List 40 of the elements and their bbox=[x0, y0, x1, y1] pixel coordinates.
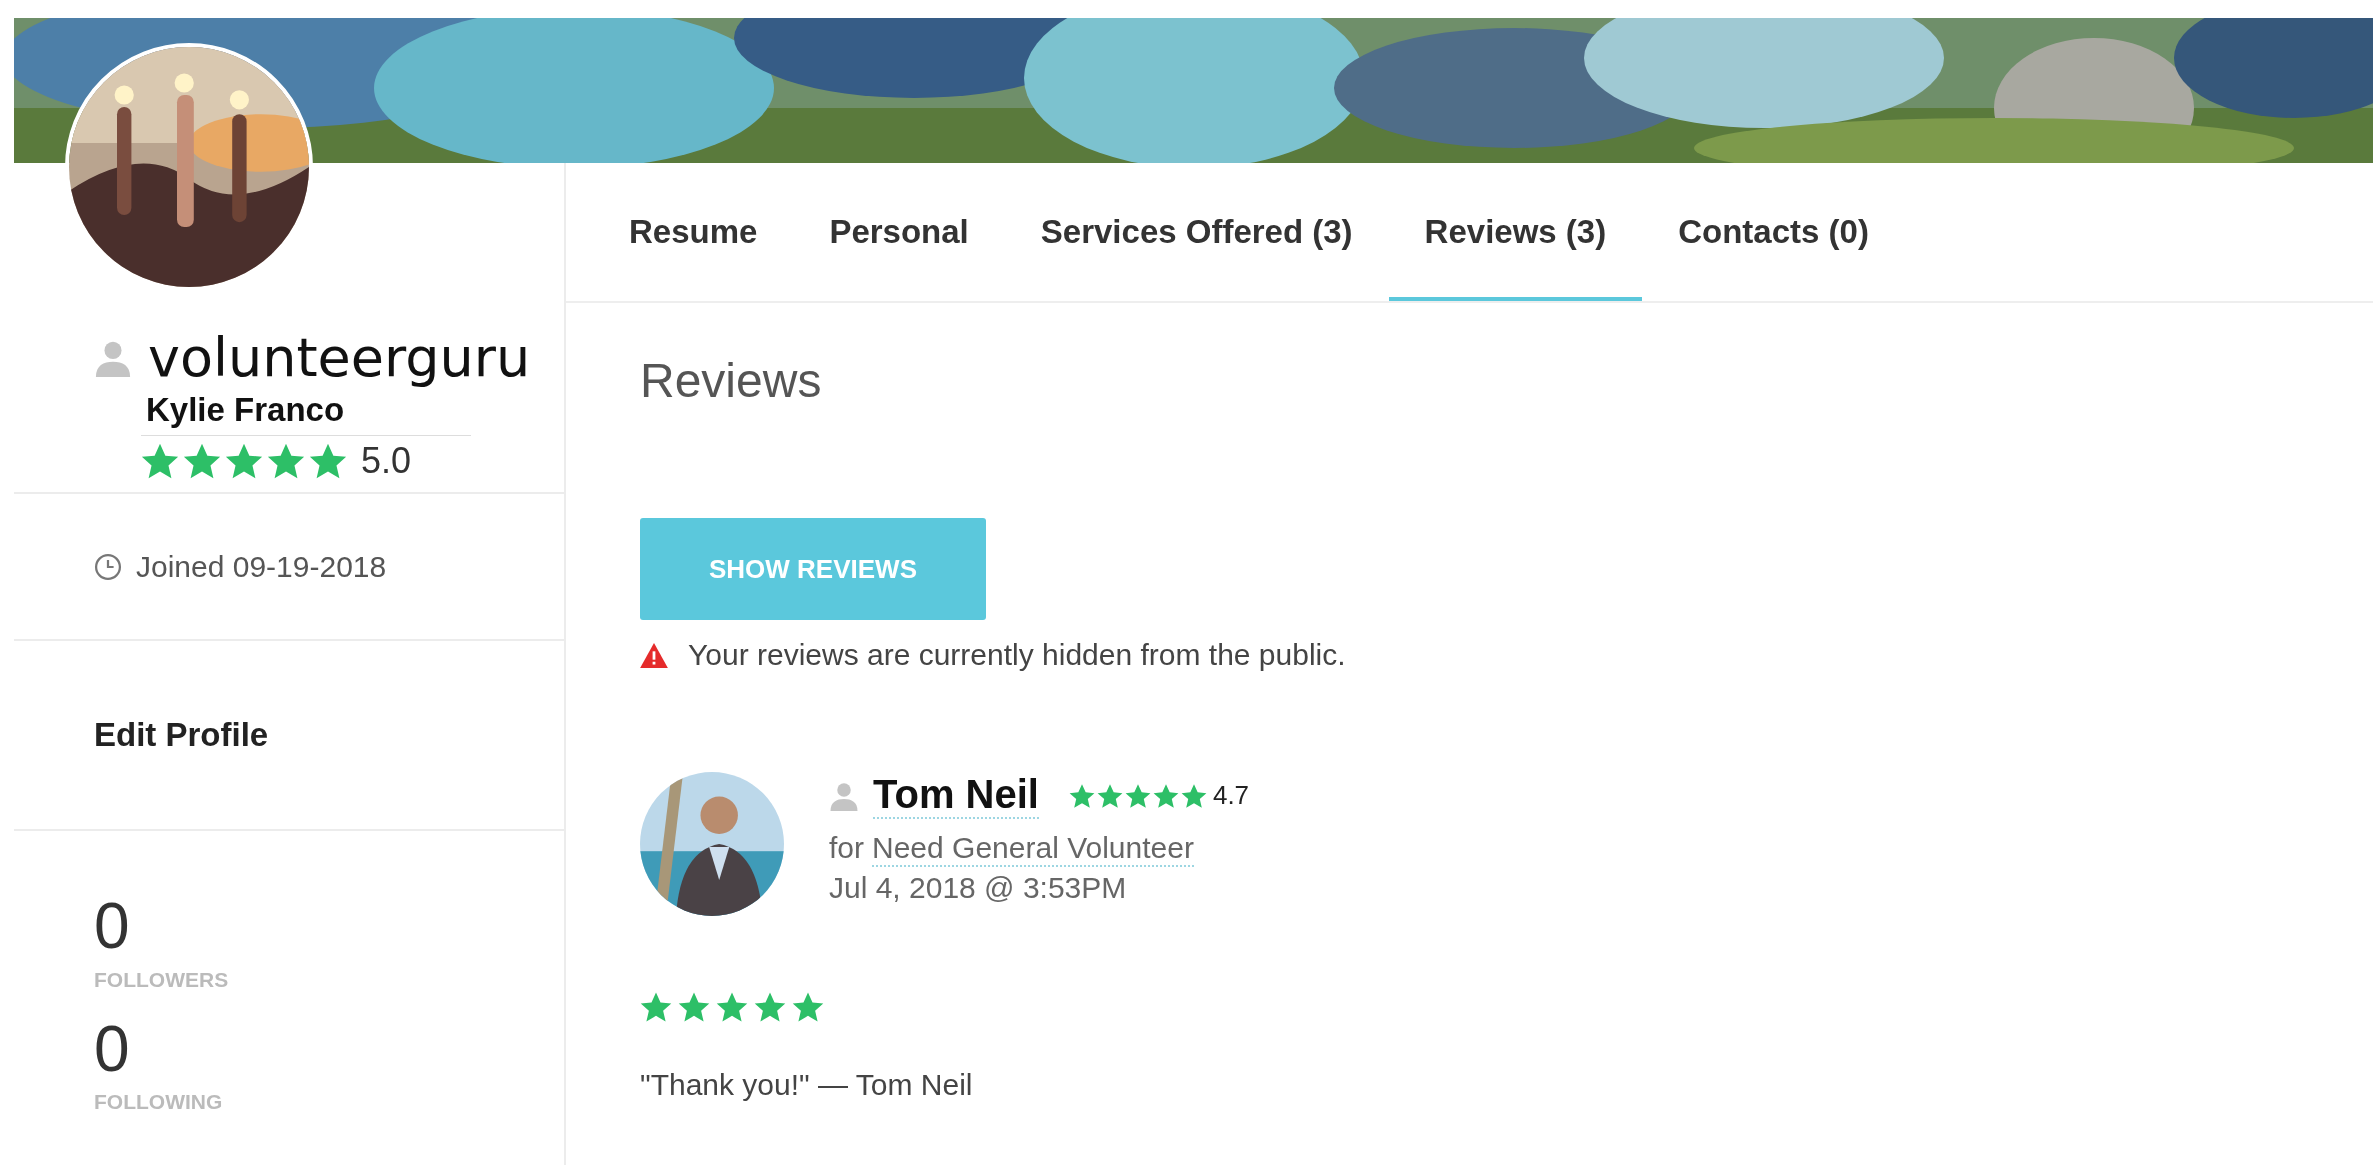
listing-link[interactable]: Need General Volunteer bbox=[872, 831, 1194, 867]
review-date: Jul 4, 2018 @ 3:53PM bbox=[829, 871, 1127, 905]
username: volunteerguru bbox=[148, 328, 531, 388]
star-icon bbox=[1124, 782, 1151, 809]
full-name: Kylie Franco bbox=[146, 391, 346, 430]
edit-profile-link[interactable]: Edit Profile bbox=[94, 716, 269, 755]
reviewer-name[interactable]: Tom Neil bbox=[873, 772, 1039, 819]
star-icon bbox=[225, 442, 263, 481]
star-icon bbox=[792, 991, 824, 1023]
star-icon bbox=[141, 442, 179, 481]
stat-count: 0 bbox=[94, 891, 130, 962]
stat-label: FOLLOWING bbox=[94, 1090, 223, 1115]
clock-icon bbox=[94, 552, 122, 581]
stat-count: 0 bbox=[94, 1013, 130, 1085]
rating-value: 5.0 bbox=[361, 440, 412, 483]
warning-icon bbox=[640, 642, 668, 668]
tab[interactable]: Services Offered (3) bbox=[1004, 163, 1389, 301]
tab[interactable]: Resume bbox=[593, 163, 794, 301]
section-title: Reviews bbox=[640, 353, 823, 408]
star-icon bbox=[1068, 782, 1095, 809]
warning-message: Your reviews are currently hidden from the public. bbox=[688, 638, 1346, 672]
tab[interactable]: Personal bbox=[793, 163, 1005, 301]
star-icon bbox=[183, 442, 221, 481]
star-icon bbox=[309, 442, 347, 481]
user-icon bbox=[829, 780, 859, 811]
star-icon bbox=[640, 991, 672, 1023]
review-text: "Thank you!" — Tom Neil bbox=[640, 1068, 973, 1102]
star-icon bbox=[267, 442, 305, 481]
star-icon bbox=[678, 991, 710, 1023]
tab[interactable]: Contacts (0) bbox=[1642, 163, 1905, 301]
joined-date: Joined 09-19-2018 bbox=[136, 549, 387, 584]
star-icon bbox=[1152, 782, 1179, 809]
rating-value: 4.7 bbox=[1212, 780, 1250, 811]
star-icon bbox=[754, 991, 786, 1023]
star-icon bbox=[1096, 782, 1123, 809]
star-icon bbox=[716, 991, 748, 1023]
tab[interactable]: Reviews (3) bbox=[1388, 163, 1643, 301]
star-icon bbox=[1180, 782, 1207, 809]
stat-label: FOLLOWERS bbox=[94, 967, 229, 992]
for-label: for bbox=[829, 831, 864, 866]
